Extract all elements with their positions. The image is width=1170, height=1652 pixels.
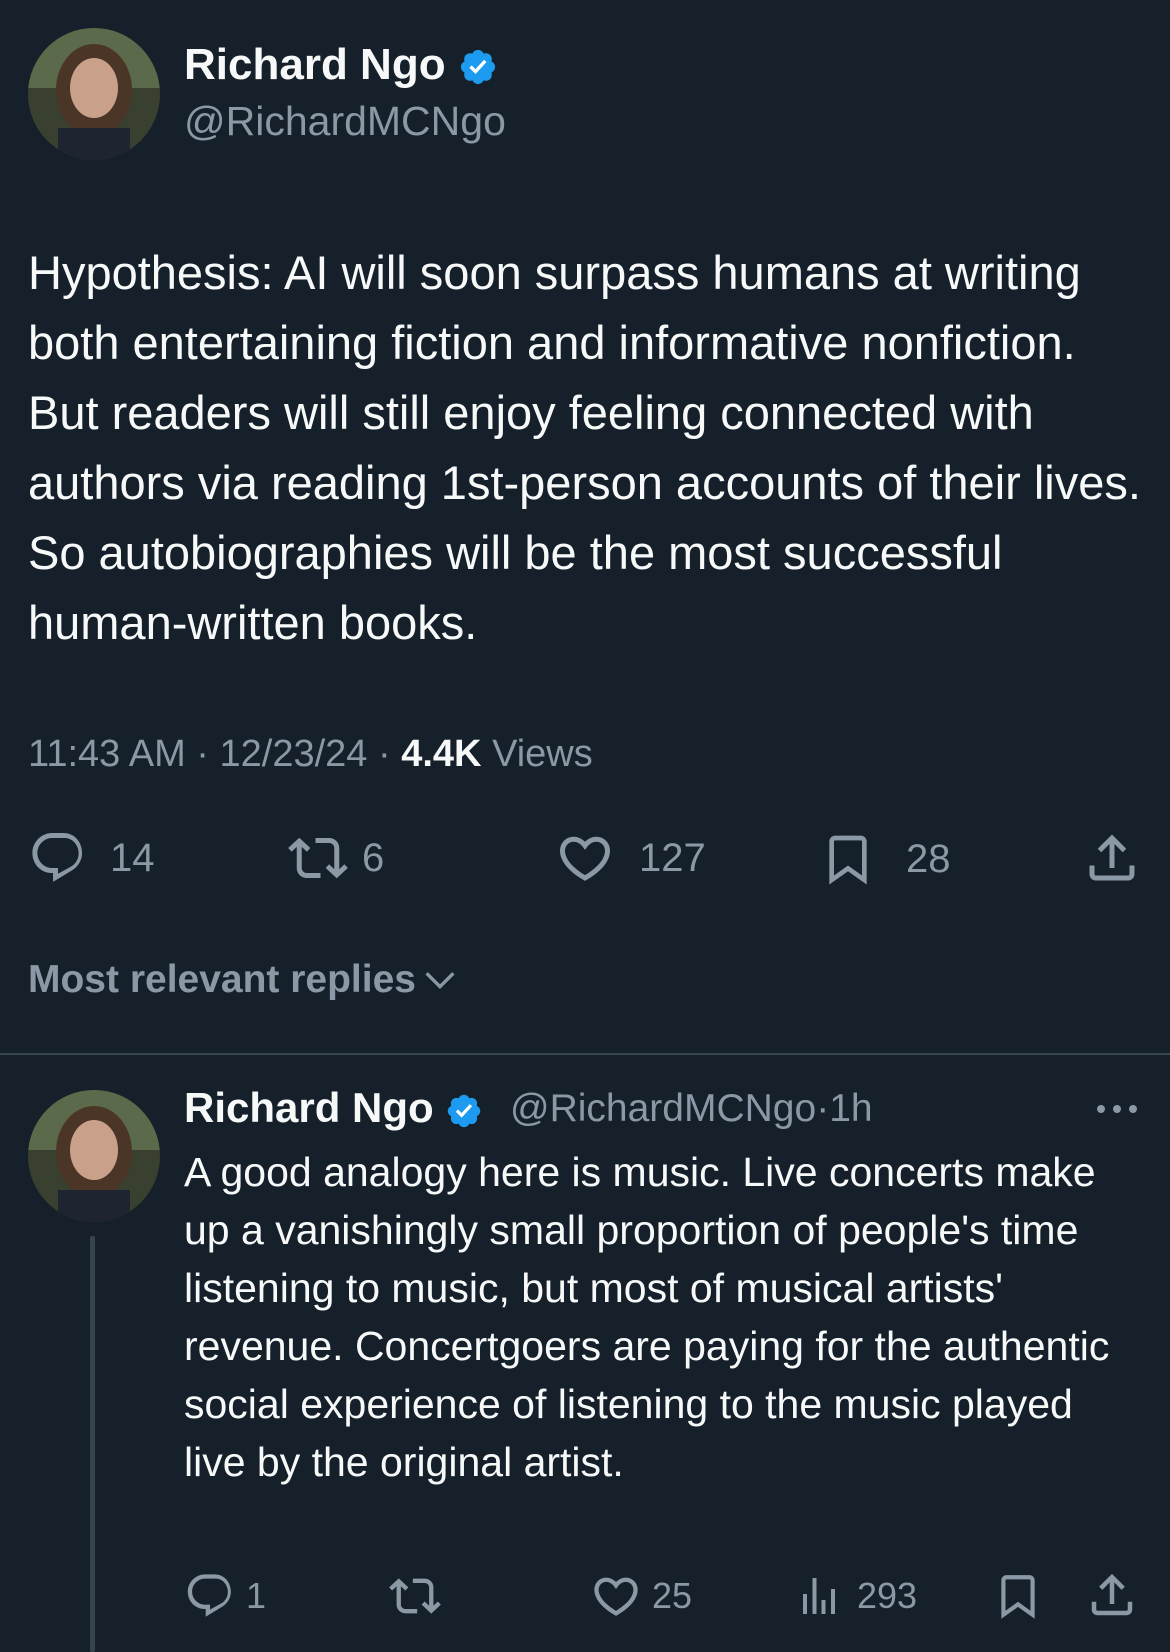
- like-count: 127: [639, 835, 706, 880]
- like-icon: [559, 836, 611, 881]
- thread-line: [90, 1236, 95, 1652]
- replies-sort-dropdown[interactable]: Most relevant replies: [28, 958, 460, 1002]
- reply-author-name[interactable]: Richard Ngo: [184, 1084, 483, 1132]
- reply-views-button[interactable]: 293: [795, 1570, 917, 1622]
- reply-text: A good analogy here is music. Live conce…: [184, 1149, 1110, 1485]
- reply-handle-line: @RichardMCNgo·1h: [510, 1087, 873, 1131]
- reply-like-count: 25: [652, 1575, 693, 1616]
- verified-badge-icon: [460, 50, 495, 85]
- reply-author-avatar[interactable]: [28, 1090, 160, 1222]
- tweet-time[interactable]: 11:43 AM: [28, 733, 186, 775]
- replies-sort-label: Most relevant replies: [28, 958, 416, 1001]
- share-icon: [1089, 834, 1135, 881]
- reply-icon: [32, 833, 83, 882]
- tweet-meta: 11:43 AM · 12/23/24 · 4.4K Views: [28, 733, 593, 776]
- reply-reply-count: 1: [246, 1575, 267, 1616]
- reply-reply-button[interactable]: 1: [184, 1570, 266, 1622]
- views-icon: [803, 1578, 835, 1614]
- author-name-text[interactable]: Richard Ngo: [184, 40, 446, 89]
- share-icon: [1091, 1573, 1133, 1616]
- repost-button[interactable]: 6: [286, 828, 384, 888]
- meta-separator: ·: [816, 1087, 830, 1130]
- reply-bookmark-button[interactable]: [993, 1568, 1043, 1624]
- tweet-text: Hypothesis: AI will soon surpass humans …: [28, 246, 1141, 649]
- reply-age[interactable]: 1h: [829, 1087, 872, 1130]
- meta-separator: ·: [378, 733, 402, 775]
- divider: [0, 1053, 1170, 1055]
- like-icon: [594, 1577, 638, 1616]
- repost-icon: [389, 1578, 441, 1614]
- reply-like-button[interactable]: 25: [590, 1570, 692, 1622]
- reply-icon: [187, 1574, 231, 1617]
- bookmark-button[interactable]: 28: [820, 828, 951, 890]
- like-button[interactable]: 127: [555, 828, 706, 888]
- author-name[interactable]: Richard Ngo: [184, 40, 498, 90]
- views-count: 4.4K: [401, 733, 482, 775]
- reply-share-button[interactable]: [1085, 1568, 1139, 1622]
- reply-views-count: 293: [857, 1575, 918, 1616]
- meta-separator: ·: [196, 733, 220, 775]
- repost-icon: [288, 837, 348, 879]
- author-avatar[interactable]: [28, 28, 160, 160]
- bookmark-count: 28: [906, 836, 951, 881]
- reply-button[interactable]: 14: [28, 828, 155, 888]
- reply-count: 14: [110, 835, 155, 880]
- more-icon: [1097, 1105, 1137, 1113]
- chevron-down-icon: [425, 972, 455, 990]
- repost-count: 6: [362, 835, 385, 880]
- share-button[interactable]: [1082, 828, 1142, 888]
- author-handle[interactable]: @RichardMCNgo: [184, 98, 506, 145]
- reply-repost-button[interactable]: [387, 1570, 443, 1622]
- views-label: Views: [492, 733, 593, 775]
- more-options-button[interactable]: [1095, 1098, 1139, 1125]
- verified-badge-icon: [448, 1094, 481, 1128]
- bookmark-icon: [1001, 1575, 1035, 1619]
- reply-handle[interactable]: @RichardMCNgo: [510, 1087, 816, 1130]
- bookmark-icon: [829, 835, 867, 885]
- reply-author-name-text[interactable]: Richard Ngo: [184, 1084, 434, 1131]
- tweet-date[interactable]: 12/23/24: [220, 733, 368, 775]
